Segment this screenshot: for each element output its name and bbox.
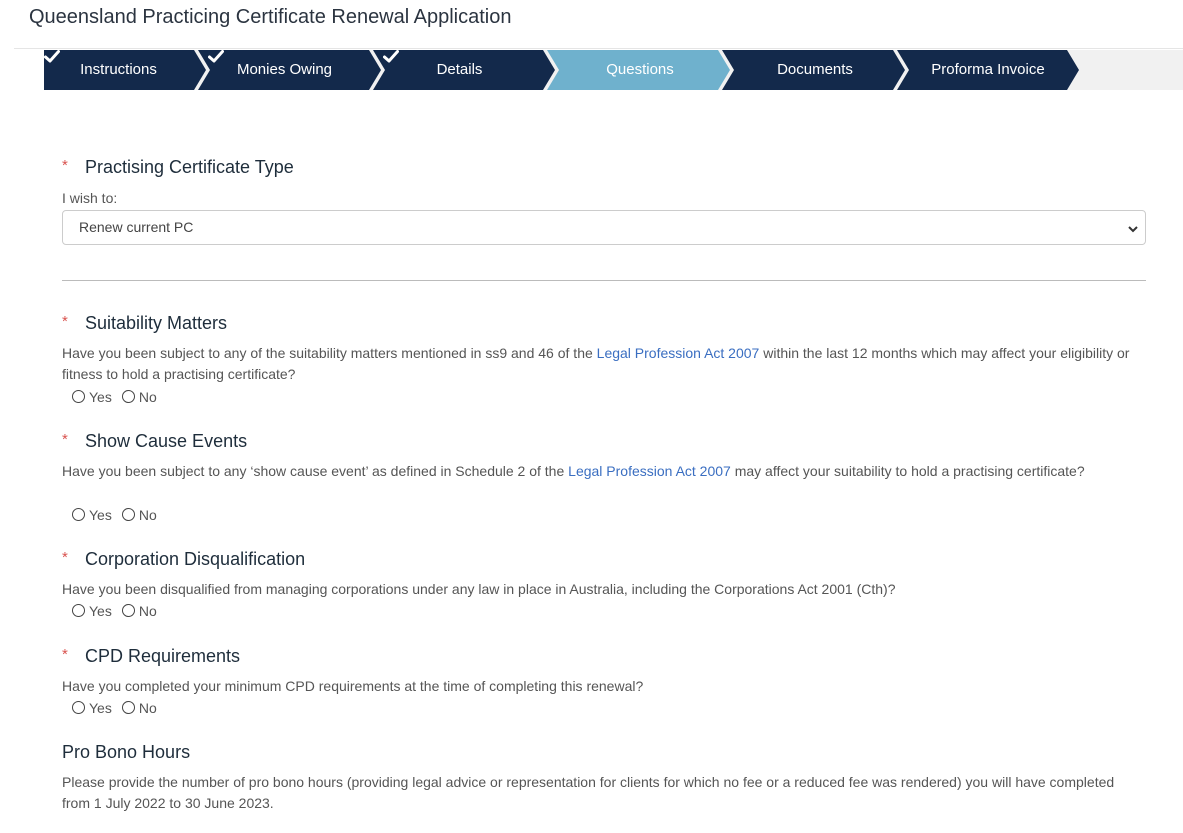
step-label-monies-owing: Monies Owing xyxy=(236,61,333,78)
suitability-heading-text: Suitability Matters xyxy=(85,313,228,333)
legal-profession-act-link[interactable]: Legal Profession Act 2007 xyxy=(568,463,731,479)
step-monies-owing[interactable]: Monies Owing xyxy=(208,50,370,90)
pc-type-selected-value: Renew current PC xyxy=(79,219,194,235)
corporation-heading: * Corporation Disqualification xyxy=(62,549,305,570)
cpd-question: Have you completed your minimum CPD requ… xyxy=(62,678,644,694)
suitability-radio-group: Yes No xyxy=(72,389,167,405)
show-cause-heading: * Show Cause Events xyxy=(62,431,247,452)
required-marker: * xyxy=(62,313,68,330)
show-cause-no-radio[interactable]: No xyxy=(121,507,157,523)
radio-circle[interactable] xyxy=(72,604,85,617)
corporation-no-radio[interactable]: No xyxy=(121,603,157,619)
step-documents[interactable]: Documents xyxy=(732,50,898,90)
show-cause-heading-text: Show Cause Events xyxy=(85,431,248,451)
show-cause-question: Have you been subject to any ‘show cause… xyxy=(62,463,1085,479)
suitability-question: Have you been subject to any of the suit… xyxy=(62,345,1130,382)
legal-profession-act-link[interactable]: Legal Profession Act 2007 xyxy=(597,345,760,361)
required-marker: * xyxy=(62,157,68,174)
suitability-heading: * Suitability Matters xyxy=(62,313,227,334)
pc-type-heading: * Practising Certificate Type xyxy=(62,157,294,178)
required-marker: * xyxy=(62,646,68,663)
step-label-details: Details xyxy=(436,61,483,78)
required-marker: * xyxy=(62,549,68,566)
show-cause-radio-group: Yes No xyxy=(72,507,167,523)
title-divider xyxy=(14,48,1183,49)
show-cause-yes-radio[interactable]: Yes xyxy=(72,507,112,523)
page-title: Queensland Practicing Certificate Renewa… xyxy=(29,6,512,28)
radio-circle[interactable] xyxy=(72,508,85,521)
radio-circle[interactable] xyxy=(121,508,135,521)
step-proforma-invoice[interactable]: Proforma Invoice xyxy=(907,50,1069,90)
step-label-instructions: Instructions xyxy=(80,61,157,78)
cpd-heading-text: CPD Requirements xyxy=(85,646,241,666)
cpd-no-radio[interactable]: No xyxy=(121,700,157,716)
corporation-heading-text: Corporation Disqualification xyxy=(85,549,306,569)
step-details[interactable]: Details xyxy=(383,50,545,90)
pro-bono-question: Please provide the number of pro bono ho… xyxy=(62,774,1115,811)
corporation-radio-group: Yes No xyxy=(72,603,167,619)
step-questions[interactable]: Questions xyxy=(557,50,723,90)
corporation-question: Have you been disqualified from managing… xyxy=(62,581,896,597)
pc-type-heading-text: Practising Certificate Type xyxy=(85,157,294,177)
radio-circle[interactable] xyxy=(72,390,85,403)
suitability-no-radio[interactable]: No xyxy=(121,389,157,405)
cpd-heading: * CPD Requirements xyxy=(62,646,240,667)
pro-bono-heading: Pro Bono Hours xyxy=(62,742,191,762)
required-marker: * xyxy=(62,431,68,448)
section-divider xyxy=(62,280,1146,281)
progress-stepper: Instructions Monies Owing Details Questi… xyxy=(44,50,1183,90)
radio-circle[interactable] xyxy=(121,701,135,714)
chevron-down-icon xyxy=(1127,221,1139,239)
cpd-radio-group: Yes No xyxy=(72,700,167,716)
corporation-yes-radio[interactable]: Yes xyxy=(72,603,112,619)
pc-type-label: I wish to: xyxy=(62,190,118,206)
radio-circle[interactable] xyxy=(72,701,85,714)
step-instructions[interactable]: Instructions xyxy=(44,50,202,90)
cpd-yes-radio[interactable]: Yes xyxy=(72,700,112,716)
suitability-yes-radio[interactable]: Yes xyxy=(72,389,112,405)
pc-type-select[interactable]: Renew current PC xyxy=(62,210,1146,245)
radio-circle[interactable] xyxy=(121,604,135,617)
radio-circle[interactable] xyxy=(121,390,135,403)
